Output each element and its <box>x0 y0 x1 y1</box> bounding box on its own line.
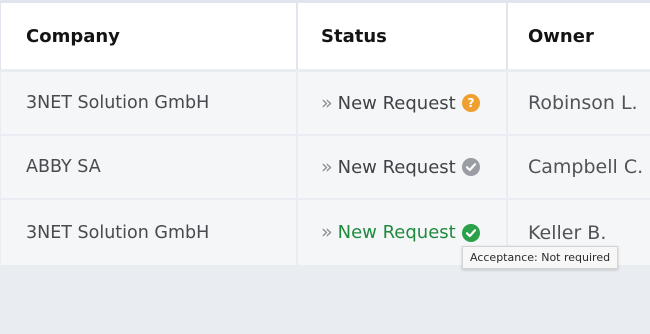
status-cell: » New Request <box>298 136 506 198</box>
question-circle-icon[interactable]: ? <box>461 94 480 112</box>
column-header-status[interactable]: Status <box>298 3 506 69</box>
status-label: New Request <box>337 156 456 178</box>
owner-name: Keller B. <box>528 221 607 244</box>
status-cell: » New Request ? <box>298 72 506 134</box>
column-header-owner-label: Owner <box>528 25 594 47</box>
check-circle-icon[interactable] <box>461 158 480 176</box>
company-cell: 3NET Solution GmbH <box>1 72 296 134</box>
owner-name: Campbell C. <box>528 156 644 178</box>
status-label: New Request <box>337 222 456 243</box>
column-header-company[interactable]: Company <box>1 3 296 69</box>
company-name: ABBY SA <box>26 157 101 177</box>
double-chevron-right-icon: » <box>321 91 333 114</box>
double-chevron-right-icon: » <box>321 221 333 243</box>
status-label: New Request <box>337 92 456 114</box>
company-name: 3NET Solution GmbH <box>26 222 210 243</box>
check-circle-icon[interactable] <box>461 223 480 242</box>
column-header-status-label: Status <box>321 25 387 47</box>
company-name: 3NET Solution GmbH <box>26 93 210 113</box>
table-header-row: Company Status Owner <box>0 3 650 69</box>
svg-text:?: ? <box>467 96 474 110</box>
table-row[interactable]: 3NET Solution GmbH » New Request ? Robin… <box>0 72 650 134</box>
table-row[interactable]: ABBY SA » New Request Campbell C. <box>0 136 650 198</box>
acceptance-tooltip: Acceptance: Not required <box>462 246 619 269</box>
company-cell: 3NET Solution GmbH <box>1 200 296 265</box>
owner-name: Robinson L. <box>528 92 638 114</box>
tooltip-text: Acceptance: Not required <box>470 251 611 264</box>
company-cell: ABBY SA <box>1 136 296 198</box>
column-header-company-label: Company <box>26 25 120 47</box>
owner-cell: Campbell C. <box>508 136 650 198</box>
double-chevron-right-icon: » <box>321 155 333 178</box>
column-header-owner[interactable]: Owner <box>508 3 650 69</box>
owner-cell: Robinson L. <box>508 72 650 134</box>
